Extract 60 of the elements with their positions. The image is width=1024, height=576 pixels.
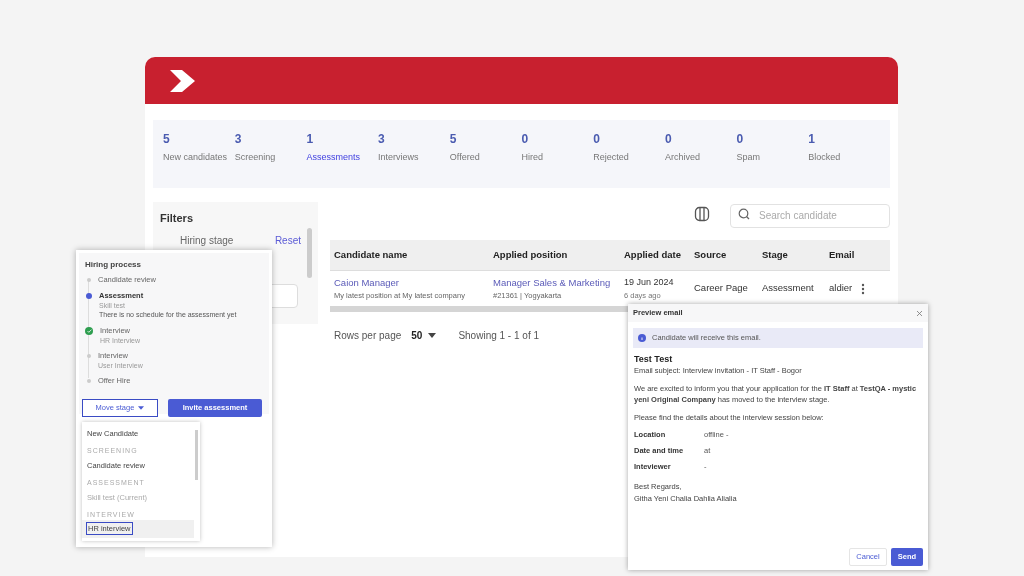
stat-label: New candidates	[163, 151, 229, 164]
stat-tab[interactable]: 1 Assessments	[306, 130, 379, 188]
column-header: Candidate name	[333, 247, 409, 262]
stat-count: 1	[306, 131, 314, 148]
stat-tab[interactable]: 3 Screening	[234, 130, 307, 188]
stat-tab[interactable]: 3 Interviews	[378, 130, 450, 188]
stat-count: 5	[163, 131, 170, 148]
position-link[interactable]: Manager Sales & Marketing	[493, 275, 620, 290]
reset-link[interactable]: Reset	[274, 232, 301, 248]
filter-section: Hiring stage	[180, 232, 234, 248]
column-header: Source	[693, 247, 728, 262]
stat-tab[interactable]: 1 Blocked	[808, 130, 880, 188]
stat-label: Spam	[736, 151, 762, 164]
filters-title: Filters	[160, 211, 194, 226]
search-icon	[738, 208, 750, 220]
stat-label: Rejected	[593, 151, 630, 164]
scrollbar	[307, 228, 312, 278]
table-cell-text: Assessment	[761, 281, 815, 296]
stat-count: 3	[378, 131, 385, 148]
columns-icon[interactable]	[694, 206, 710, 222]
stat-count: 0	[593, 131, 600, 148]
table-cell-text: Career Page	[693, 281, 749, 296]
candidate-name-link[interactable]: Caion Manager	[334, 275, 489, 290]
stat-label: Assessments	[306, 151, 361, 164]
stat-count: 3	[234, 131, 242, 148]
column-header: Stage	[761, 247, 789, 262]
caret-icon	[138, 406, 145, 410]
close-icon[interactable]	[916, 309, 923, 317]
search-field[interactable]: Search candidate	[730, 203, 890, 228]
recipient-name: Test Test	[634, 354, 674, 365]
caret-icon	[428, 333, 437, 338]
stat-count: 0	[736, 131, 744, 148]
showing-count: Showing 1 - 1 of 1	[458, 329, 539, 343]
stat-count: 0	[664, 131, 672, 148]
more-icon[interactable]	[861, 282, 865, 295]
stat-tab[interactable]: 0 Hired	[521, 130, 594, 188]
stat-count: 5	[449, 131, 457, 148]
stat-tab[interactable]: 0 Archived	[664, 130, 737, 188]
stat-tab[interactable]: 0 Spam	[736, 130, 809, 188]
rows-per-page-select[interactable]: 50	[411, 328, 437, 343]
stat-tab[interactable]: 0 Rejected	[593, 130, 665, 188]
stat-label: Hired	[521, 151, 544, 164]
stat-label: Blocked	[808, 151, 842, 164]
table-cell-text: aldier	[828, 281, 854, 296]
stat-label: Offered	[449, 151, 481, 164]
stat-label: Archived	[664, 151, 701, 164]
column-header: Applied date	[623, 247, 682, 262]
stat-count: 0	[521, 131, 529, 148]
stat-count: 1	[808, 131, 815, 148]
stat-tab[interactable]: 5 New candidates	[163, 130, 235, 188]
stat-tab[interactable]: 5 Offered	[449, 130, 522, 188]
rows-per-page-label: Rows per page	[334, 329, 402, 343]
info-icon	[638, 334, 646, 342]
stat-label: Interviews	[378, 151, 420, 164]
column-header: Email	[828, 247, 855, 262]
hiring-process-title: Hiring process	[85, 259, 142, 271]
scrollbar	[195, 430, 198, 480]
stat-label: Screening	[234, 151, 277, 164]
column-header: Applied position	[492, 247, 569, 262]
applied-date: 19 Jun 2024	[624, 276, 675, 290]
